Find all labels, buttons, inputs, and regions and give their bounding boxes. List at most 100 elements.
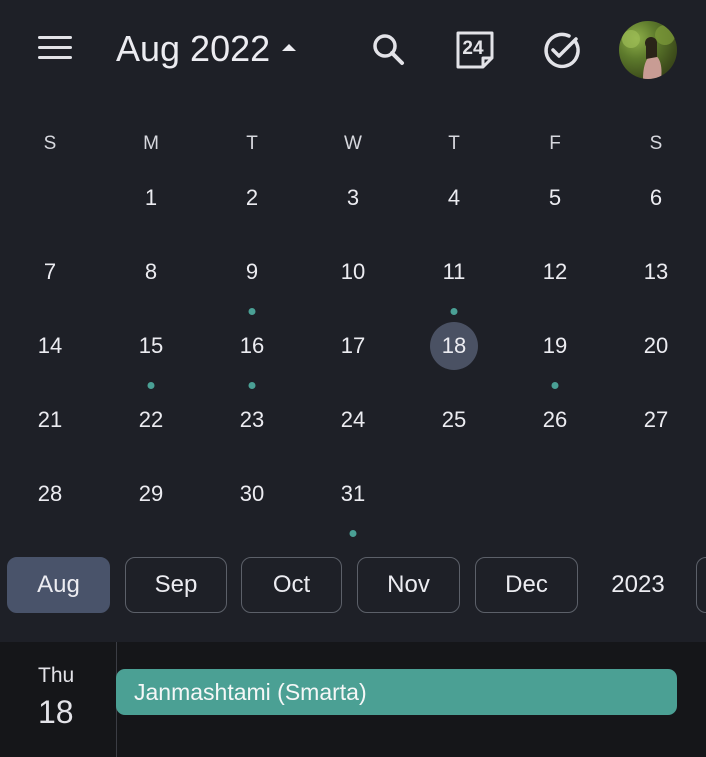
top-app-bar: Aug 2022 24 [0, 0, 706, 100]
day-cell[interactable]: 20 [606, 318, 706, 392]
day-cell[interactable]: 15 [101, 318, 201, 392]
month-chip-sep[interactable]: Sep [125, 557, 227, 613]
avatar[interactable] [619, 21, 677, 79]
weekday-label: W [344, 133, 362, 154]
day-number: 7 [43, 259, 57, 284]
week-row: 21 22 23 24 25 26 27 [0, 392, 706, 466]
week-row: 7 8 9 10 11 12 13 [0, 244, 706, 318]
day-cell[interactable]: 9 [202, 244, 302, 318]
event-dot-indicator [349, 530, 357, 537]
event-dot-indicator [248, 308, 256, 315]
event-dot-indicator [248, 382, 256, 389]
week-row: 14 15 16 17 18 19 20 [0, 318, 706, 392]
day-number: 12 [542, 259, 568, 284]
day-number: 24 [340, 407, 366, 432]
day-cell[interactable]: 31 [303, 466, 403, 540]
caret-up-icon [282, 43, 297, 51]
week-row: 1 2 3 4 5 6 [0, 170, 706, 244]
day-cell[interactable]: 28 [0, 466, 100, 540]
day-cell[interactable]: 19 [505, 318, 605, 392]
day-number: 17 [340, 333, 366, 358]
day-cell[interactable]: 12 [505, 244, 605, 318]
day-cell[interactable]: 16 [202, 318, 302, 392]
today-number: 24 [462, 38, 484, 59]
day-cell[interactable]: 5 [505, 170, 605, 244]
day-cell[interactable]: 3 [303, 170, 403, 244]
day-number: 8 [144, 259, 158, 284]
weekday-label: S [43, 133, 57, 154]
day-number: 9 [245, 259, 259, 284]
day-number: 11 [442, 259, 466, 284]
tasks-check-icon[interactable] [539, 28, 583, 72]
agenda-weekday: Thu [38, 664, 75, 687]
week-row: 28 29 30 31 [0, 466, 706, 540]
day-number: 15 [138, 333, 164, 358]
month-chip-nov[interactable]: Nov [357, 557, 460, 613]
day-cell[interactable]: 1 [101, 170, 201, 244]
day-cell[interactable]: 26 [505, 392, 605, 466]
day-number: 29 [138, 481, 164, 506]
weekday-label: T [448, 133, 460, 154]
month-chip-next-partial[interactable] [696, 557, 706, 613]
day-number: 1 [144, 185, 158, 210]
month-chip-oct[interactable]: Oct [241, 557, 342, 613]
day-cell[interactable]: 6 [606, 170, 706, 244]
day-number: 27 [643, 407, 669, 432]
day-number: 3 [346, 185, 360, 210]
day-cell[interactable]: 27 [606, 392, 706, 466]
day-cell-today[interactable]: 18 [404, 318, 504, 392]
day-cell[interactable]: 25 [404, 392, 504, 466]
event-dot-indicator [450, 308, 458, 315]
day-number: 28 [37, 481, 63, 506]
day-number: 25 [441, 407, 467, 432]
day-number: 16 [239, 333, 265, 358]
month-selector[interactable]: Aug 2022 [116, 28, 297, 70]
menu-icon[interactable] [38, 36, 76, 64]
today-calendar-icon[interactable]: 24 [453, 28, 497, 72]
weekday-label: F [549, 133, 561, 154]
event-chip[interactable]: Janmashtami (Smarta) [116, 669, 677, 715]
day-number: 4 [447, 185, 461, 210]
day-number: 2 [245, 185, 259, 210]
day-number: 23 [239, 407, 265, 432]
weekday-label: T [246, 133, 258, 154]
day-number: 13 [643, 259, 669, 284]
day-cell[interactable]: 10 [303, 244, 403, 318]
weekday-label: M [143, 133, 159, 154]
day-number: 31 [340, 481, 366, 506]
day-number: 20 [643, 333, 669, 358]
agenda-panel: Thu 18 Janmashtami (Smarta) [0, 642, 706, 757]
month-chip-aug[interactable]: Aug [7, 557, 110, 613]
day-number: 26 [542, 407, 568, 432]
agenda-day-number: 18 [38, 694, 74, 730]
day-cell[interactable]: 22 [101, 392, 201, 466]
day-cell[interactable]: 17 [303, 318, 403, 392]
day-cell[interactable]: 2 [202, 170, 302, 244]
day-cell[interactable]: 13 [606, 244, 706, 318]
day-cell[interactable]: 14 [0, 318, 100, 392]
weekday-label: S [649, 133, 663, 154]
day-cell[interactable]: 8 [101, 244, 201, 318]
day-number: 6 [649, 185, 663, 210]
day-cell[interactable]: 4 [404, 170, 504, 244]
search-icon[interactable] [366, 28, 410, 72]
day-number: 18 [430, 322, 478, 370]
day-cell[interactable]: 30 [202, 466, 302, 540]
month-chip-2023[interactable]: 2023 [592, 557, 684, 613]
month-chip-dec[interactable]: Dec [475, 557, 578, 613]
day-cell[interactable]: 23 [202, 392, 302, 466]
day-cell[interactable]: 29 [101, 466, 201, 540]
day-number: 5 [548, 185, 562, 210]
day-number: 30 [239, 481, 265, 506]
day-number: 14 [37, 333, 63, 358]
month-grid: SMTWTFS 1 2 3 4 5 6 7 8 9 10 11 12 13 14 15 16 17 18 19 20 2… [0, 118, 706, 540]
weekday-header: SMTWTFS [0, 118, 706, 170]
month-title: Aug 2022 [116, 28, 271, 69]
day-cell[interactable]: 7 [0, 244, 100, 318]
event-dot-indicator [551, 382, 559, 389]
month-chip-row: Aug Sep Oct Nov Dec 2023 [0, 557, 706, 615]
day-cell[interactable]: 11 [404, 244, 504, 318]
day-cell[interactable]: 24 [303, 392, 403, 466]
day-cell[interactable]: 21 [0, 392, 100, 466]
event-dot-indicator [147, 382, 155, 389]
